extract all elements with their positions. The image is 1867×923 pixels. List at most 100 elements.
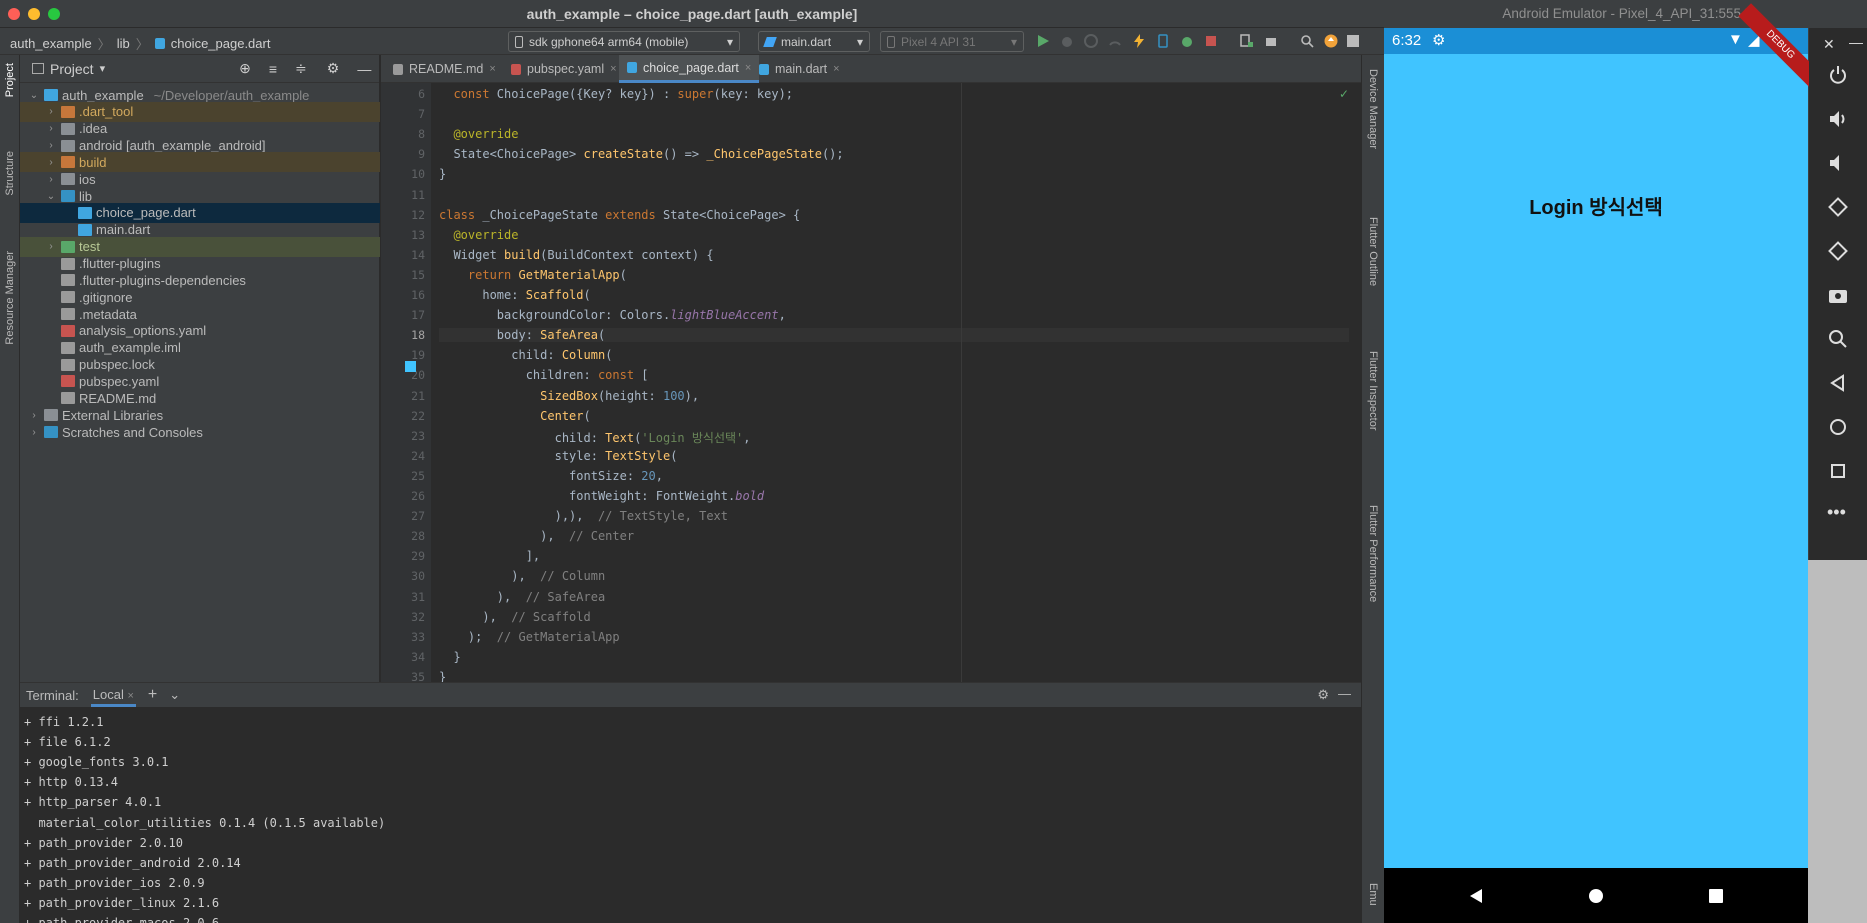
breadcrumb-project[interactable]: auth_example [10, 36, 92, 51]
code-line[interactable]: home: Scaffold( [439, 288, 590, 302]
minimize-icon[interactable]: — [1849, 34, 1863, 50]
code-line[interactable]: ), // Center [439, 529, 634, 543]
tree-item[interactable]: › Scratches and Consoles [20, 422, 380, 442]
project-panel-title[interactable]: Project [50, 61, 94, 77]
back-icon[interactable] [1468, 888, 1484, 904]
terminal-tab-local[interactable]: Local × [90, 684, 136, 707]
chevron-right-icon[interactable]: › [45, 157, 57, 168]
code-line[interactable]: ), // Scaffold [439, 610, 590, 624]
hot-restart-icon[interactable] [1156, 34, 1170, 48]
chevron-right-icon[interactable]: › [45, 123, 57, 134]
phone-screen[interactable]: 6:32 ⚙ ▼ ◢ Login 방식선택 DEBUG [1384, 3, 1822, 923]
code-line[interactable]: fontSize: 20, [439, 469, 663, 483]
code-line[interactable]: @override [439, 228, 518, 242]
code-line[interactable]: ], [439, 549, 540, 563]
code-editor[interactable]: README.md × pubspec.yaml × choice_page.dart ×… [381, 55, 1361, 684]
profile-icon[interactable] [1108, 34, 1122, 48]
device-selector[interactable]: sdk gphone64 arm64 (mobile) ▾ [508, 31, 740, 52]
back-icon[interactable] [1827, 372, 1849, 394]
chevron-right-icon[interactable]: › [28, 427, 40, 438]
rotate-right-icon[interactable] [1827, 240, 1849, 262]
editor-tab[interactable]: main.dart × [751, 55, 848, 83]
volume-down-icon[interactable] [1827, 152, 1849, 174]
chevron-down-icon[interactable]: ▾ [100, 62, 106, 75]
code-line[interactable]: class _ChoicePageState extends State<Cho… [439, 208, 800, 222]
chevron-down-icon[interactable]: ⌄ [45, 191, 57, 202]
attach-debugger-icon[interactable] [1180, 34, 1194, 48]
code-line[interactable]: Center( [439, 409, 591, 423]
collapse-all-icon[interactable]: ≑ [295, 60, 307, 77]
run-icon[interactable] [1036, 34, 1050, 48]
tool-tab-flutter-inspector[interactable]: Flutter Inspector [1367, 351, 1379, 430]
code-line[interactable]: State<ChoicePage> createState() => _Choi… [439, 147, 843, 161]
app-body[interactable]: Login 방식선택 [1384, 54, 1808, 868]
chevron-right-icon[interactable]: › [45, 174, 57, 185]
home-icon[interactable] [1827, 416, 1849, 438]
editor-tab[interactable]: pubspec.yaml × [503, 55, 625, 83]
tool-tab-resource-manager[interactable]: Resource Manager [4, 251, 16, 345]
update-icon[interactable] [1324, 34, 1338, 48]
code-line[interactable]: children: const [ [439, 368, 649, 382]
breadcrumb-file[interactable]: choice_page.dart [171, 36, 271, 51]
run-config-selector[interactable]: main.dart ▾ [758, 31, 870, 52]
code-line[interactable]: child: Text('Login 방식선택', [439, 429, 751, 446]
code-line[interactable]: const ChoicePage({Key? key}) : super(key… [439, 87, 793, 101]
overview-icon[interactable] [1827, 460, 1849, 482]
device-mirror-icon[interactable] [1240, 34, 1254, 48]
more-icon[interactable]: ••• [1827, 502, 1846, 523]
tool-tab-flutter-performance[interactable]: Flutter Performance [1367, 505, 1379, 602]
code-line[interactable]: fontWeight: FontWeight.bold [439, 489, 764, 503]
gear-icon[interactable]: ⚙ [327, 60, 340, 77]
zoom-icon[interactable] [1827, 328, 1849, 350]
chevron-right-icon[interactable]: › [45, 241, 57, 252]
code-line[interactable]: @override [439, 127, 518, 141]
close-icon[interactable]: × [127, 690, 133, 702]
power-icon[interactable] [1827, 64, 1849, 86]
close-icon[interactable]: × [610, 63, 616, 75]
code-line[interactable]: ), // Column [439, 569, 605, 583]
chevron-right-icon[interactable]: › [28, 410, 40, 421]
chevron-right-icon[interactable]: › [45, 140, 57, 151]
add-terminal-icon[interactable]: + [148, 686, 157, 704]
chevron-right-icon[interactable]: › [45, 106, 57, 117]
minimize-panel-icon[interactable]: — [357, 61, 371, 77]
code-line[interactable]: return GetMaterialApp( [439, 268, 627, 282]
tool-tab-project[interactable]: Project [4, 63, 16, 97]
code-line[interactable]: ),), // TextStyle, Text [439, 509, 728, 523]
breadcrumb-lib[interactable]: lib [117, 36, 130, 51]
search-icon[interactable] [1300, 34, 1314, 48]
code-line[interactable]: body: SafeArea( [439, 328, 1349, 343]
tool-tab-emulator[interactable]: Emu [1367, 883, 1379, 906]
expand-all-icon[interactable]: ≡ [269, 61, 277, 77]
code-line[interactable]: SizedBox(height: 100), [439, 389, 699, 403]
tool-tab-structure[interactable]: Structure [4, 151, 16, 196]
camera-icon[interactable] [1827, 284, 1849, 306]
minimize-panel-icon[interactable]: — [1338, 686, 1351, 701]
code-line[interactable]: child: Column( [439, 348, 612, 362]
close-icon[interactable]: × [833, 63, 839, 75]
stop-icon[interactable] [1204, 34, 1218, 48]
code-line[interactable]: style: TextStyle( [439, 449, 678, 463]
emulator-selector[interactable]: Pixel 4 API 31 ▾ [880, 31, 1024, 52]
chevron-down-icon[interactable]: ⌄ [28, 90, 40, 101]
code-line[interactable]: Widget build(BuildContext context) { [439, 248, 713, 262]
locate-icon[interactable]: ⊕ [239, 60, 251, 77]
overview-icon[interactable] [1708, 888, 1724, 904]
code-line[interactable]: backgroundColor: Colors.lightBlueAccent, [439, 308, 786, 322]
gear-icon[interactable]: ⚙ [1317, 687, 1329, 703]
close-icon[interactable]: ✕ [1823, 36, 1835, 53]
volume-up-icon[interactable] [1827, 108, 1849, 130]
hot-reload-icon[interactable] [1132, 34, 1146, 48]
user-icon[interactable] [1346, 34, 1360, 48]
tool-tab-flutter-outline[interactable]: Flutter Outline [1367, 217, 1379, 286]
code-line[interactable]: ); // GetMaterialApp [439, 630, 620, 644]
tool-tab-device-manager[interactable]: Device Manager [1367, 69, 1379, 149]
code-line[interactable]: } [439, 650, 460, 664]
editor-tab[interactable]: README.md × [385, 55, 504, 83]
close-icon[interactable]: × [489, 63, 495, 75]
home-icon[interactable] [1588, 888, 1604, 904]
rotate-left-icon[interactable] [1827, 196, 1849, 218]
color-swatch-icon[interactable] [405, 361, 416, 372]
coverage-icon[interactable] [1084, 34, 1098, 48]
sdk-manager-icon[interactable] [1264, 34, 1278, 48]
